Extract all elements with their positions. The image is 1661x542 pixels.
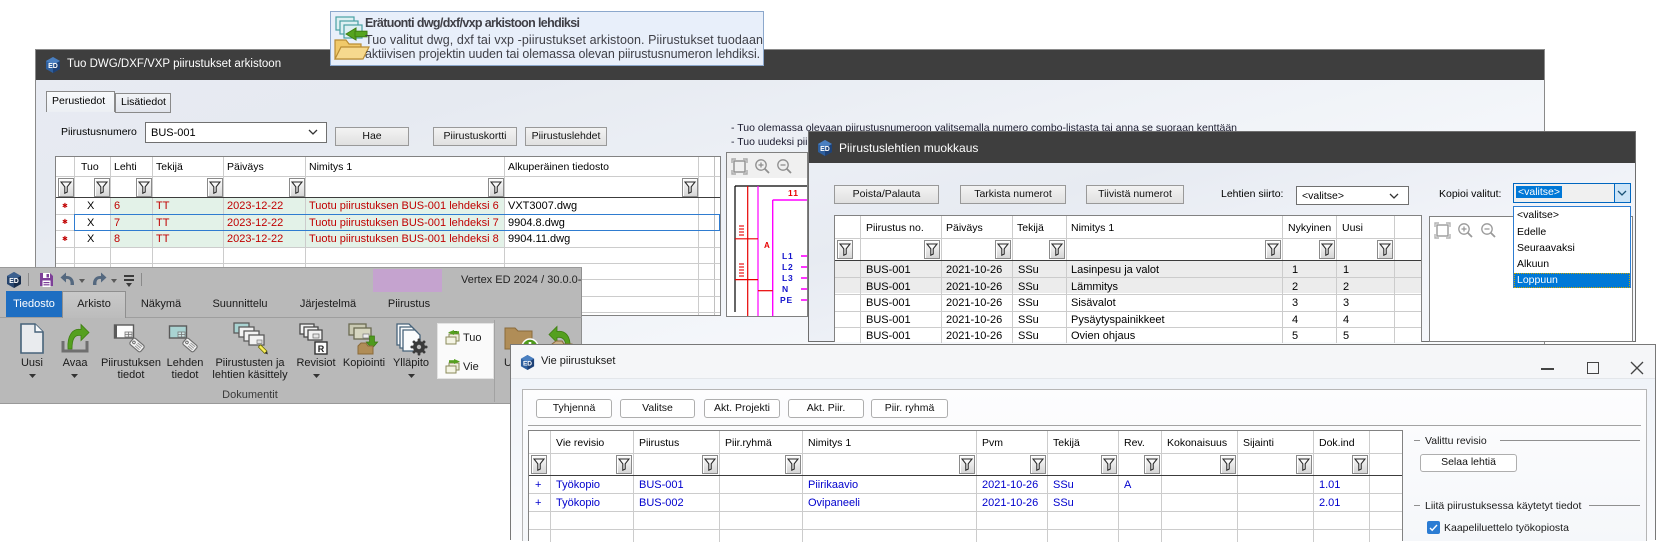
- svg-text:ED: ED: [48, 63, 58, 70]
- svg-text:A: A: [764, 241, 770, 250]
- svg-text:ED: ED: [523, 360, 532, 367]
- svg-text:PE: PE: [780, 295, 793, 305]
- svg-text:11: 11: [788, 188, 799, 198]
- svg-text:L2: L2: [782, 262, 794, 272]
- svg-text:ED: ED: [820, 146, 830, 153]
- svg-text:R: R: [318, 344, 325, 354]
- svg-text:L1: L1: [782, 251, 794, 261]
- svg-text:ED: ED: [9, 278, 19, 285]
- svg-text:L3: L3: [782, 273, 794, 283]
- svg-text:N: N: [782, 284, 789, 294]
